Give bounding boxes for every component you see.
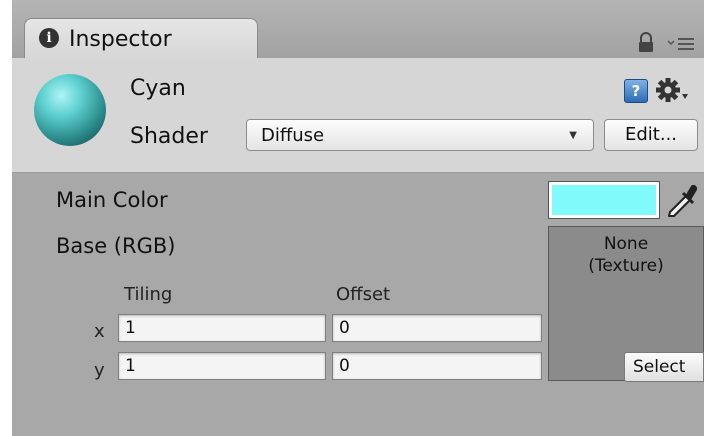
offset-x-field[interactable]: 0 [332, 314, 542, 342]
material-preview-sphere [34, 74, 106, 146]
shader-value: Diffuse [261, 125, 325, 146]
eyedropper-icon[interactable] [664, 182, 700, 218]
tab-title: Inspector [69, 27, 172, 52]
tiling-x-field[interactable]: 1 [118, 314, 326, 342]
menu-icon[interactable] [666, 34, 696, 52]
offset-y-field[interactable]: 0 [332, 352, 542, 380]
dropdown-arrow-icon: ▼ [569, 130, 577, 141]
texture-none-text: None [603, 234, 649, 254]
offset-label: Offset [336, 284, 391, 305]
y-label: y [94, 360, 105, 381]
material-header [12, 58, 704, 173]
x-label: x [94, 321, 105, 342]
main-color-label: Main Color [56, 188, 168, 212]
base-rgb-label: Base (RGB) [56, 234, 176, 258]
info-icon: i [39, 28, 59, 48]
texture-type-text: (Texture) [588, 256, 664, 276]
edit-shader-button[interactable]: Edit... [604, 119, 698, 151]
tab-inspector[interactable]: i Inspector [24, 18, 258, 60]
main-color-fill [552, 185, 656, 215]
shader-label: Shader [130, 124, 208, 149]
lock-icon[interactable] [636, 32, 656, 54]
tiling-y-field[interactable]: 1 [118, 352, 326, 380]
material-name: Cyan [130, 76, 186, 101]
gear-icon[interactable] [654, 74, 694, 108]
main-color-swatch[interactable] [548, 181, 660, 219]
texture-select-button[interactable]: Select [624, 352, 704, 382]
shader-dropdown[interactable]: Diffuse ▼ [246, 119, 594, 151]
help-icon[interactable]: ? [624, 79, 648, 103]
tiling-label: Tiling [124, 284, 173, 305]
